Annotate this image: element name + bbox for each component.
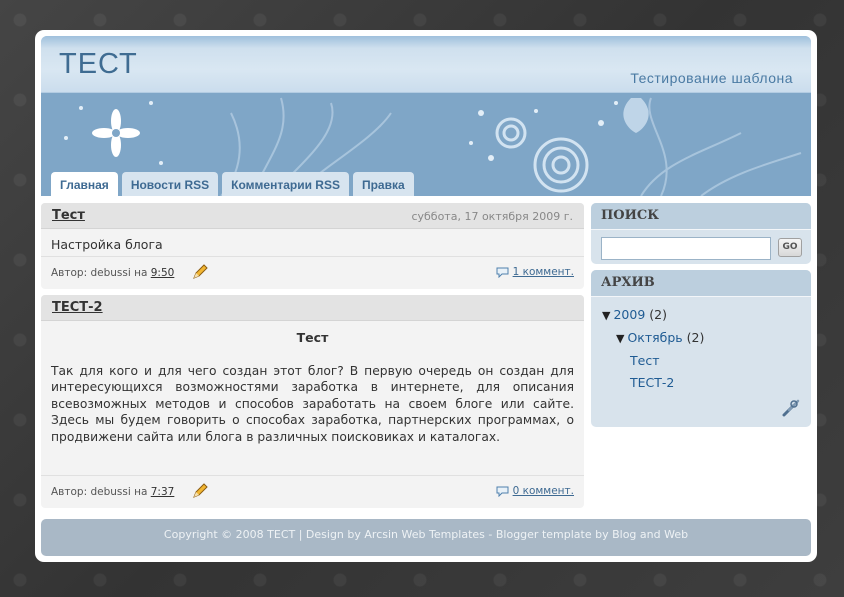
archive-widget-title: АРХИВ xyxy=(591,270,811,297)
tab-home[interactable]: Главная xyxy=(51,172,118,196)
archive-year-link[interactable]: 2009 xyxy=(613,307,645,322)
tools-icon[interactable] xyxy=(781,398,801,418)
author-label: Автор: debussi на xyxy=(51,486,148,498)
tab-comments-rss[interactable]: Комментарии RSS xyxy=(222,172,349,196)
post-footer: Автор: debussi на 9:50 1 коммент. xyxy=(41,256,584,289)
post-time-link[interactable]: 9:50 xyxy=(151,267,175,279)
post-date: суббота, 17 октября 2009 г. xyxy=(411,210,573,223)
post-title[interactable]: ТЕСТ-2 xyxy=(52,300,103,315)
comments-count[interactable]: 1 коммент. xyxy=(513,266,574,278)
post-author: Автор: debussi на 7:37 xyxy=(51,486,174,498)
page-frame: ТЕСТ Тестирование шаблона Главная Новост… xyxy=(35,30,817,562)
blog-header: ТЕСТ Тестирование шаблона Главная Новост… xyxy=(41,36,811,196)
tab-news-rss[interactable]: Новости RSS xyxy=(121,172,219,196)
comments-count[interactable]: 0 коммент. xyxy=(513,485,574,497)
post-author: Автор: debussi на 9:50 xyxy=(51,267,174,279)
search-go-button[interactable]: GO xyxy=(778,238,802,257)
edit-pencil-icon[interactable] xyxy=(191,482,209,500)
archive-month-link[interactable]: Октябрь xyxy=(627,330,682,345)
post-body: Настройка блога xyxy=(51,237,163,252)
archive-widget: АРХИВ ▼ 2009 (2) ▼ Октябрь (2) Тест ТЕСТ-2 xyxy=(591,270,811,427)
blog-title[interactable]: ТЕСТ xyxy=(59,48,138,81)
post-title[interactable]: Тест xyxy=(52,208,85,223)
archive-year[interactable]: ▼ 2009 (2) xyxy=(602,307,667,322)
post-2: ТЕСТ-2 Тест Так для кого и для чего созд… xyxy=(41,295,584,508)
search-input[interactable] xyxy=(601,237,771,260)
post-heading: Тест xyxy=(296,330,329,345)
nav-tabs: Главная Новости RSS Комментарии RSS Прав… xyxy=(51,172,414,196)
comment-bubble-icon xyxy=(496,486,509,497)
archive-year-count: (2) xyxy=(649,307,667,322)
page-footer: Copyright © 2008 ТЕСТ | Design by Arcsin… xyxy=(41,519,811,556)
archive-month-count: (2) xyxy=(686,330,705,345)
edit-pencil-icon[interactable] xyxy=(191,263,209,281)
post-header: ТЕСТ-2 xyxy=(41,295,584,321)
search-widget-title: ПОИСК xyxy=(591,203,811,230)
expand-triangle-icon[interactable]: ▼ xyxy=(616,332,624,345)
author-label: Автор: debussi на xyxy=(51,267,148,279)
post-body: Так для кого и для чего создан этот блог… xyxy=(51,363,574,444)
expand-triangle-icon[interactable]: ▼ xyxy=(602,309,610,322)
archive-post-link[interactable]: Тест xyxy=(630,353,659,368)
archive-post-link[interactable]: ТЕСТ-2 xyxy=(630,375,674,390)
tab-edit[interactable]: Правка xyxy=(352,172,414,196)
comments-link[interactable]: 0 коммент. xyxy=(496,485,574,497)
post-footer: Автор: debussi на 7:37 0 коммент. xyxy=(41,475,584,508)
blog-description: Тестирование шаблона xyxy=(630,70,793,86)
comment-bubble-icon xyxy=(496,267,509,278)
post-time-link[interactable]: 7:37 xyxy=(151,486,175,498)
post-header: Тест суббота, 17 октября 2009 г. xyxy=(41,203,584,229)
post-1: Тест суббота, 17 октября 2009 г. Настрой… xyxy=(41,203,584,289)
archive-month[interactable]: ▼ Октябрь (2) xyxy=(616,330,704,345)
comments-link[interactable]: 1 коммент. xyxy=(496,266,574,278)
search-widget: ПОИСК GO xyxy=(591,203,811,264)
